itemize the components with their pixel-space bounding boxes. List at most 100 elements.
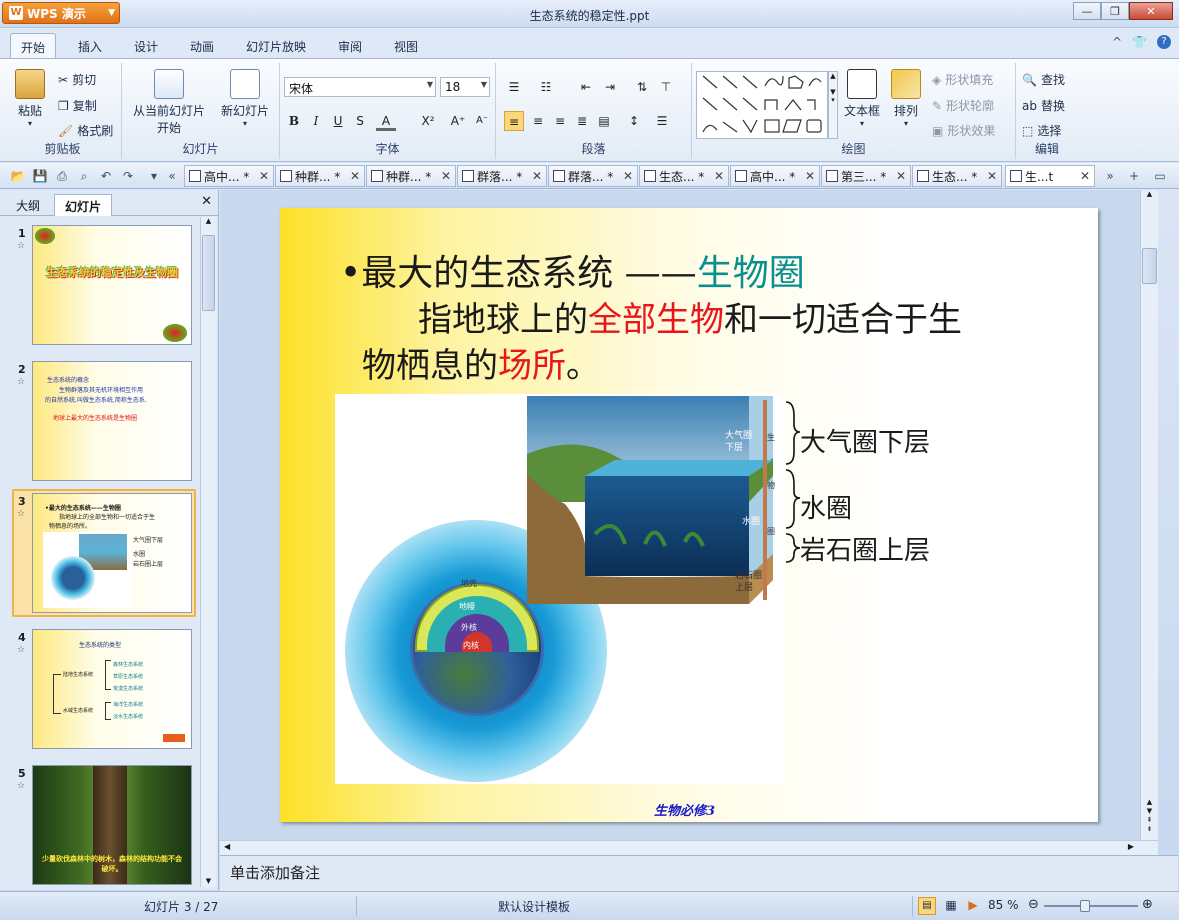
scroll-left-icon[interactable]: ◀ (224, 842, 230, 851)
restore-button[interactable]: ❐ (1101, 2, 1129, 20)
horizontal-scrollbar[interactable]: ◀ ▶ (220, 840, 1158, 855)
atmosphere-label[interactable]: 大气圈下层 (800, 422, 930, 459)
scroll-up-icon[interactable]: ▲ (1141, 190, 1158, 204)
bullets-icon[interactable]: ☰ (504, 77, 524, 97)
scrollbar-thumb[interactable] (202, 235, 215, 311)
gallery-scroll[interactable]: ▲ ▼ ▾ (828, 71, 838, 139)
underline-button[interactable]: U (328, 111, 348, 131)
doc-tab[interactable]: 高中... * ✕ (184, 165, 274, 187)
cut-button[interactable]: ✂ 剪切 (58, 71, 96, 88)
scrollbar-thumb[interactable] (1142, 248, 1157, 284)
doc-tab[interactable]: 种群... * ✕ (275, 165, 365, 187)
slide-heading[interactable]: •最大的生态系统 ——生物圈 (340, 244, 805, 296)
decrease-indent-icon[interactable]: ⇤ (576, 77, 596, 97)
increase-indent-icon[interactable]: ⇥ (600, 77, 620, 97)
tab-outline[interactable]: 大纲 (6, 194, 50, 216)
close-tab-icon[interactable]: ✕ (987, 169, 997, 183)
doc-tab[interactable]: 种群... * ✕ (366, 165, 456, 187)
slide-body-line-2[interactable]: 物栖息的场所。 (362, 338, 600, 387)
text-direction-icon[interactable]: ⇅ (632, 77, 652, 97)
superscript-button[interactable]: X² (418, 111, 438, 131)
shrink-font-button[interactable]: A⁻ (472, 111, 492, 131)
doc-tab[interactable]: 生态... * ✕ (639, 165, 729, 187)
minimize-button[interactable]: — (1073, 2, 1101, 20)
find-button[interactable]: 🔍 查找 (1022, 71, 1065, 88)
close-tab-icon[interactable]: ✕ (259, 169, 269, 183)
current-slide[interactable]: •最大的生态系统 ——生物圈 指地球上的全部生物和一切适合于生 物栖息的场所。 … (280, 208, 1098, 822)
line-spacing-icon[interactable]: ↕ (624, 111, 644, 131)
print-preview-icon[interactable]: ⌕ (76, 168, 92, 184)
close-panel-icon[interactable]: ✕ (201, 194, 212, 209)
scroll-down-icon[interactable]: ▼ (201, 877, 216, 885)
shapes-gallery[interactable] (696, 71, 828, 139)
play-from-current-button[interactable]: 从当前幻灯片 开始 (126, 69, 212, 136)
save-icon[interactable]: 💾 (32, 168, 48, 184)
page-nav-icons[interactable]: ▲ ▼ ⇞ ⇟ (1141, 798, 1158, 834)
lithosphere-label[interactable]: 岩石圈上层 (800, 530, 930, 567)
close-tab-icon[interactable]: ✕ (896, 169, 906, 183)
close-tab-icon[interactable]: ✕ (441, 169, 451, 183)
font-color-button[interactable]: A (376, 111, 396, 131)
numbering-icon[interactable]: ☷ (536, 77, 556, 97)
align-text-icon[interactable]: ⊤ (656, 77, 676, 97)
align-left-icon[interactable]: ≡ (504, 111, 524, 131)
select-button[interactable]: ⬚ 选择 (1022, 122, 1061, 139)
paragraph-spacing-icon[interactable]: ☰ (652, 111, 672, 131)
open-folder-icon[interactable]: 📂 (10, 168, 26, 184)
skin-icon[interactable]: 👕 (1132, 35, 1147, 49)
zoom-slider[interactable] (1044, 905, 1138, 907)
slide-footer[interactable]: 生物必修3 (654, 800, 715, 819)
doc-tab-active[interactable]: 生...t ✕ (1005, 165, 1095, 187)
notes-pane[interactable]: 单击添加备注 (220, 855, 1178, 891)
doc-tab[interactable]: 群落... * ✕ (457, 165, 547, 187)
shape-outline-button[interactable]: ✎ 形状轮廓 (932, 97, 994, 114)
tab-list-icon[interactable]: ▭ (1152, 168, 1168, 184)
scroll-up-icon[interactable]: ▲ (201, 217, 216, 225)
slideshow-view-icon[interactable]: ▶ (964, 897, 982, 915)
font-name-combo[interactable]: 宋体 ▼ (284, 77, 436, 97)
tab-slideshow[interactable]: 幻灯片放映 (236, 33, 316, 59)
slide-body-line-1[interactable]: 指地球上的全部生物和一切适合于生 (418, 292, 962, 341)
customize-toolbar-icon[interactable]: ▾ (146, 168, 162, 184)
tab-home[interactable]: 开始 (10, 33, 57, 59)
undo-icon[interactable]: ↶ (98, 168, 114, 184)
print-icon[interactable]: ⎙ (54, 168, 70, 184)
shape-effect-button[interactable]: ▣ 形状效果 (932, 122, 995, 139)
paste-button[interactable]: 粘贴 ▾ (10, 69, 50, 128)
tab-view[interactable]: 视图 (384, 33, 428, 59)
tab-slides[interactable]: 幻灯片 (54, 194, 113, 216)
collapse-ribbon-icon[interactable]: ^ (1112, 35, 1122, 49)
format-painter-button[interactable]: 🖌 格式刷 (58, 122, 113, 139)
bold-button[interactable]: B (284, 111, 304, 131)
close-tab-icon[interactable]: ✕ (350, 169, 360, 183)
hydrosphere-label[interactable]: 水圈 (800, 488, 852, 525)
distribute-icon[interactable]: ▤ (594, 111, 614, 131)
zoom-slider-thumb[interactable] (1080, 900, 1090, 912)
close-tab-icon[interactable]: ✕ (1080, 169, 1090, 183)
close-tab-icon[interactable]: ✕ (714, 169, 724, 183)
help-icon[interactable]: ? (1157, 35, 1171, 49)
doc-tab[interactable]: 群落... * ✕ (548, 165, 638, 187)
redo-icon[interactable]: ↷ (120, 168, 136, 184)
grow-font-button[interactable]: A⁺ (448, 111, 468, 131)
scroll-tabs-left-icon[interactable]: « (164, 168, 180, 184)
tab-animation[interactable]: 动画 (180, 33, 224, 59)
tab-design[interactable]: 设计 (124, 33, 168, 59)
tab-review[interactable]: 审阅 (328, 33, 372, 59)
scroll-right-icon[interactable]: ▶ (1128, 842, 1134, 851)
close-tab-icon[interactable]: ✕ (805, 169, 815, 183)
shadow-button[interactable]: S (350, 111, 370, 131)
thumbnail-scrollbar[interactable]: ▲ ▼ (200, 217, 216, 887)
close-tab-icon[interactable]: ✕ (532, 169, 542, 183)
doc-tab[interactable]: 高中... * ✕ (730, 165, 820, 187)
align-right-icon[interactable]: ≡ (550, 111, 570, 131)
new-slide-button[interactable]: 新幻灯片 ▾ (216, 69, 274, 128)
arrange-button[interactable]: 排列 ▾ (886, 69, 926, 128)
italic-button[interactable]: I (306, 111, 326, 131)
replace-button[interactable]: ab 替换 (1022, 97, 1065, 114)
close-button[interactable]: ✕ (1129, 2, 1173, 20)
normal-view-icon[interactable]: ▤ (918, 897, 936, 915)
font-size-combo[interactable]: 18 ▼ (440, 77, 490, 97)
tab-insert[interactable]: 插入 (68, 33, 112, 59)
zoom-out-icon[interactable]: ⊖ (1028, 897, 1039, 912)
